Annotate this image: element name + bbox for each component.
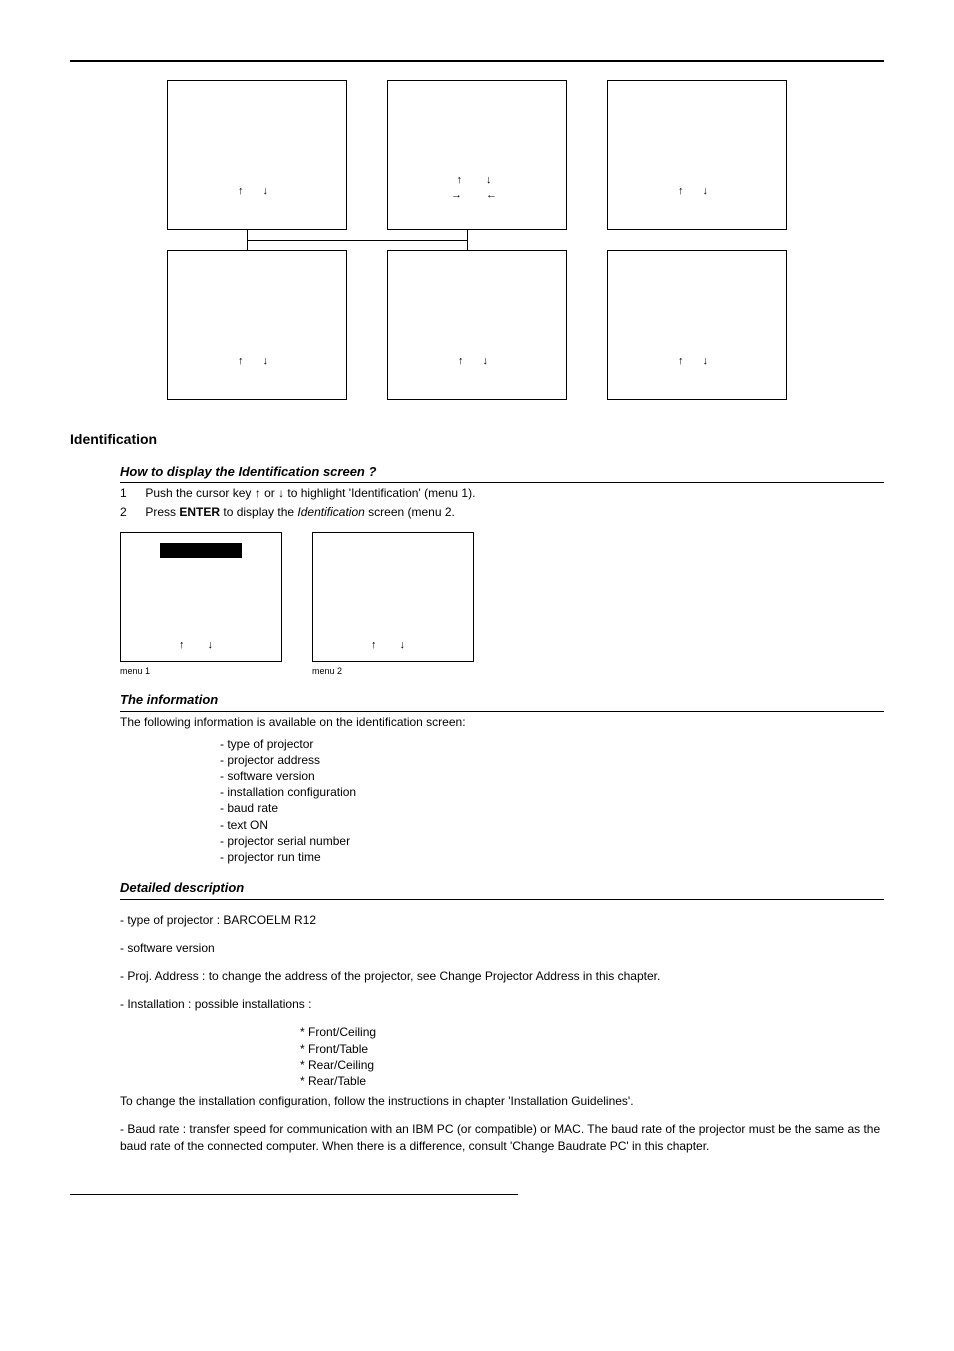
menu-box-r1c3: ↑ ↓ [607, 80, 787, 230]
detail-baud-rate: - Baud rate : transfer speed for communi… [120, 1121, 884, 1153]
info-item: projector run time [220, 849, 884, 865]
bottom-page-rule [70, 1194, 518, 1195]
menu-1-box: ↑ ↓ [120, 532, 282, 662]
menu-2-box: ↑ ↓ [312, 532, 474, 662]
info-item: text ON [220, 817, 884, 833]
identification-menu-boxes: ↑ ↓ menu 1 ↑ ↓ menu 2 [120, 532, 884, 677]
identification-word: Identification [297, 505, 364, 519]
install-item: Rear/Table [300, 1073, 884, 1089]
step-text: Push the cursor key [145, 486, 254, 500]
subsection-the-information: The information [120, 691, 884, 712]
arrow-udlr-icon: ↑ ↓ → ← [451, 173, 503, 203]
detail-software-version: - software version [120, 940, 884, 956]
menu-box-r1c2: ↑ ↓ → ← [387, 80, 567, 230]
step-text: or [261, 486, 278, 500]
connector-line [467, 230, 468, 250]
install-item: Front/Table [300, 1041, 884, 1057]
step-number: 1 [120, 485, 142, 501]
highlighted-menu-item [160, 543, 242, 559]
menu-2-caption: menu 2 [312, 665, 474, 677]
step-text: Press [145, 505, 179, 519]
detail-proj-address: - Proj. Address : to change the address … [120, 968, 884, 984]
menu-box-r2c2: ↑ ↓ [387, 250, 567, 400]
arrow-up-down-icon: ↑ ↓ [238, 184, 276, 199]
installation-options-list: Front/Ceiling Front/Table Rear/Ceiling R… [300, 1024, 884, 1089]
subsection-detailed-description: Detailed description [120, 879, 884, 900]
install-item: Front/Ceiling [300, 1024, 884, 1040]
menu-diagram: ↑ ↓ ↑ ↓ → ← ↑ ↓ ↑ ↓ ↑ ↓ ↑ ↓ [157, 80, 797, 400]
arrow-up-down-icon: ↑ ↓ [678, 354, 716, 369]
install-item: Rear/Ceiling [300, 1057, 884, 1073]
info-list: type of projector projector address soft… [220, 736, 884, 866]
step-text: screen (menu 2. [365, 505, 455, 519]
step-2: 2 Press ENTER to display the Identificat… [120, 504, 884, 520]
top-page-rule [70, 60, 884, 62]
detail-installation-change: To change the installation configuration… [120, 1093, 884, 1109]
menu-box-r2c1: ↑ ↓ [167, 250, 347, 400]
info-item: projector serial number [220, 833, 884, 849]
info-item: installation configuration [220, 784, 884, 800]
step-text: to highlight 'Identification' (menu 1). [284, 486, 475, 500]
enter-key-label: ENTER [179, 505, 220, 519]
arrow-up-down-icon: ↑ ↓ [238, 354, 276, 369]
detail-type-of-projector: - type of projector : BARCOELM R12 [120, 912, 884, 928]
step-number: 2 [120, 504, 142, 520]
step-text: to display the [220, 505, 297, 519]
detail-installation-intro: - Installation : possible installations … [120, 996, 884, 1012]
step-1: 1 Push the cursor key ↑ or ↓ to highligh… [120, 485, 884, 501]
connector-line [247, 240, 467, 241]
arrow-up-down-icon: ↑ ↓ [458, 354, 496, 369]
arrow-up-down-icon: ↑ ↓ [179, 638, 223, 653]
info-item: baud rate [220, 800, 884, 816]
info-item: type of projector [220, 736, 884, 752]
info-item: software version [220, 768, 884, 784]
section-title-identification: Identification [70, 430, 884, 449]
info-item: projector address [220, 752, 884, 768]
menu-1-caption: menu 1 [120, 665, 282, 677]
menu-box-r2c3: ↑ ↓ [607, 250, 787, 400]
arrow-up-down-icon: ↑ ↓ [678, 184, 716, 199]
subsection-how-to-display: How to display the Identification screen… [120, 463, 884, 484]
arrow-up-down-icon: ↑ ↓ [371, 638, 415, 653]
menu-box-r1c1: ↑ ↓ [167, 80, 347, 230]
info-intro-text: The following information is available o… [120, 714, 884, 730]
